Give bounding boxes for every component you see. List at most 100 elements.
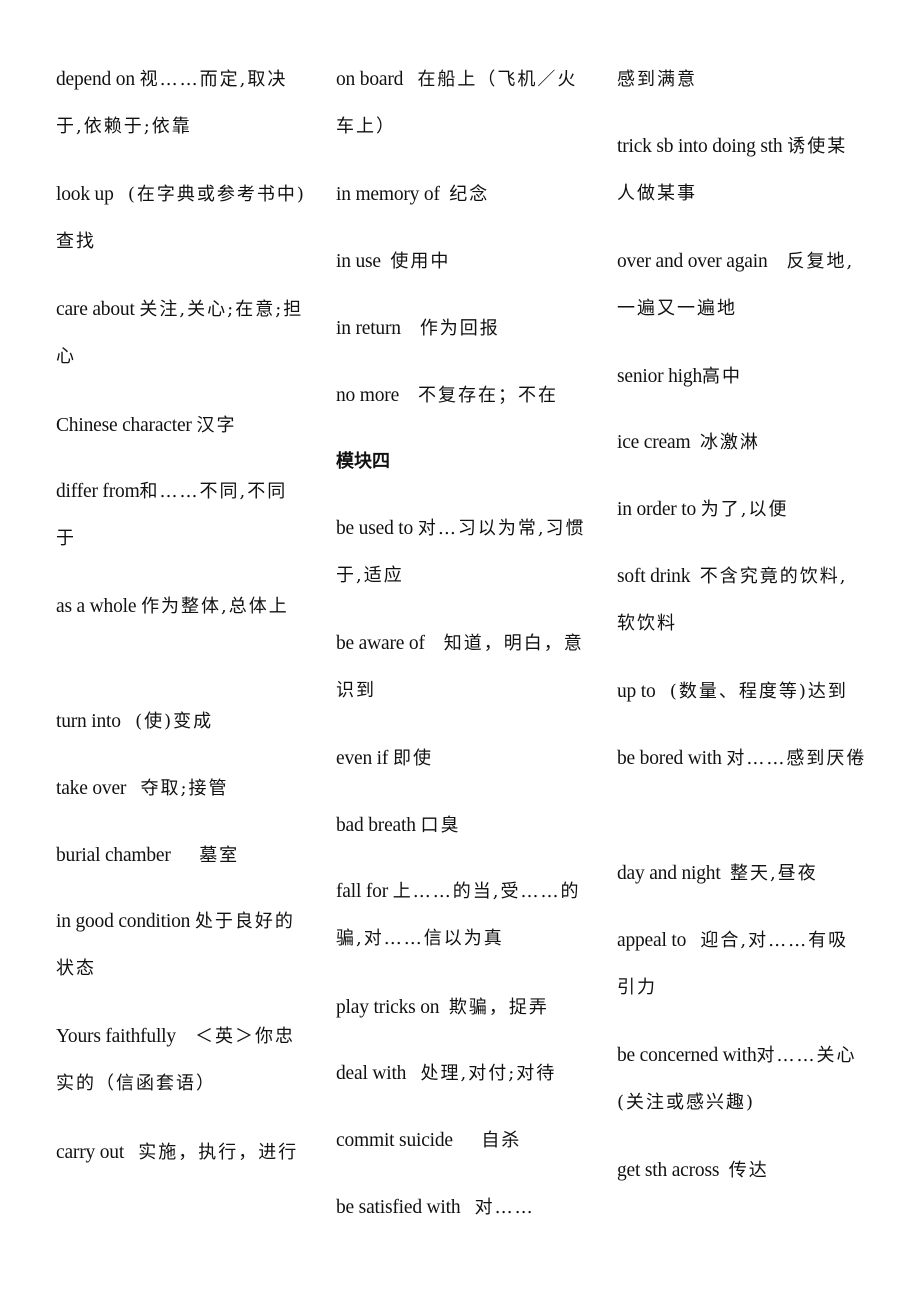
phrase: no more bbox=[336, 385, 400, 406]
phrase: get sth across bbox=[617, 1160, 720, 1181]
meaning: 纪念 bbox=[449, 184, 490, 205]
vocab-entry: even if 即使 bbox=[336, 735, 586, 782]
vocab-entry: be satisfied with 对…… bbox=[336, 1184, 586, 1231]
phrase: ice cream bbox=[617, 432, 691, 453]
phrase: soft drink bbox=[617, 566, 691, 587]
meaning: 对……感到厌倦 bbox=[726, 748, 867, 769]
vocab-entry: ice cream 冰激淋 bbox=[617, 419, 867, 466]
meaning: 对…… bbox=[474, 1197, 535, 1218]
vocab-entry: up to (数量、程度等)达到 bbox=[617, 668, 867, 715]
meaning: 处理,对付;对待 bbox=[420, 1063, 557, 1084]
meaning: 实施，执行，进行 bbox=[138, 1142, 299, 1163]
vocab-entry: burial chamber 墓室 bbox=[56, 832, 306, 879]
phrase: be used to bbox=[336, 518, 414, 539]
vocab-entry: soft drink 不含究竟的饮料,软饮料 bbox=[617, 553, 867, 647]
meaning: 作为回报 bbox=[419, 318, 500, 339]
vocab-entry: no more 不复存在；不在 bbox=[336, 372, 586, 419]
phrase: burial chamber bbox=[56, 845, 171, 866]
vocab-entry: trick sb into doing sth 诱使某人做某事 bbox=[617, 123, 867, 217]
meaning: 高中 bbox=[702, 366, 742, 387]
phrase: in order to bbox=[617, 499, 697, 520]
phrase: turn into bbox=[56, 711, 121, 732]
phrase: play tricks on bbox=[336, 997, 440, 1018]
phrase: differ from bbox=[56, 481, 140, 502]
vocab-entry: turn into (使)变成 bbox=[56, 698, 306, 745]
vocab-entry: be concerned with对……关心(关注或感兴趣) bbox=[617, 1032, 867, 1126]
vocab-entry: look up (在字典或参考书中)查找 bbox=[56, 171, 306, 265]
phrase: carry out bbox=[56, 1142, 125, 1163]
phrase: be bored with bbox=[617, 748, 722, 769]
vocab-entry: be bored with 对……感到厌倦 bbox=[617, 735, 867, 782]
vocab-entry: deal with 处理,对付;对待 bbox=[336, 1050, 586, 1097]
phrase: be concerned with bbox=[617, 1045, 757, 1066]
vocab-entry: bad breath 口臭 bbox=[336, 802, 586, 849]
phrase: senior high bbox=[617, 366, 702, 387]
vocab-entry: be used to 对…习以为常,习惯于,适应 bbox=[336, 505, 586, 599]
vocab-entry: senior high高中 bbox=[617, 353, 867, 400]
phrase: appeal to bbox=[617, 930, 687, 951]
meaning: 为了,以便 bbox=[700, 499, 789, 520]
phrase: in good condition bbox=[56, 911, 191, 932]
meaning: 口臭 bbox=[420, 815, 461, 836]
meaning: 作为整体,总体上 bbox=[141, 596, 289, 617]
vocab-entry: appeal to 迎合,对……有吸引力 bbox=[617, 917, 867, 1011]
phrase: bad breath bbox=[336, 815, 416, 836]
vocab-entry: fall for 上……的当,受……的骗,对……信以为真 bbox=[336, 868, 586, 962]
vocab-entry: Chinese character 汉字 bbox=[56, 402, 306, 449]
vocab-entry: differ from和……不同,不同于 bbox=[56, 468, 306, 562]
phrase: take over bbox=[56, 778, 127, 799]
meaning: 不复存在；不在 bbox=[418, 385, 559, 406]
vocab-entry: play tricks on 欺骗，捉弄 bbox=[336, 984, 586, 1031]
section-heading: 模块四 bbox=[336, 451, 390, 472]
meaning: 汉字 bbox=[196, 415, 237, 436]
phrase: as a whole bbox=[56, 596, 137, 617]
phrase: in memory of bbox=[336, 184, 440, 205]
phrase: trick sb into doing sth bbox=[617, 136, 783, 157]
phrase: on board bbox=[336, 69, 404, 90]
meaning: (使)变成 bbox=[135, 711, 214, 732]
vocab-entry: in memory of 纪念 bbox=[336, 171, 586, 218]
phrase: in use bbox=[336, 251, 381, 272]
phrase: fall for bbox=[336, 881, 388, 902]
vocab-entry: take over 夺取;接管 bbox=[56, 765, 306, 812]
phrase: in return bbox=[336, 318, 401, 339]
phrase: be aware of bbox=[336, 633, 425, 654]
vocab-entry: over and over again 反复地,一遍又一遍地 bbox=[617, 238, 867, 332]
phrase: depend on bbox=[56, 69, 135, 90]
phrase: commit suicide bbox=[336, 1130, 453, 1151]
meaning: 使用中 bbox=[390, 251, 451, 272]
vocab-entry: carry out 实施，执行，进行 bbox=[56, 1129, 306, 1176]
vocab-entry: day and night 整天,昼夜 bbox=[617, 850, 867, 897]
meaning: 传达 bbox=[728, 1160, 769, 1181]
vocab-entry: depend on 视……而定,取决于,依赖于;依靠 bbox=[56, 56, 306, 150]
meaning: 冰激淋 bbox=[699, 432, 760, 453]
vocab-entry: commit suicide 自杀 bbox=[336, 1117, 586, 1164]
vocab-entry: in order to 为了,以便 bbox=[617, 486, 867, 533]
vocab-entry: as a whole 作为整体,总体上 bbox=[56, 583, 306, 630]
phrase: deal with bbox=[336, 1063, 407, 1084]
continued-meaning: 感到满意 bbox=[617, 56, 867, 103]
phrase: Chinese character bbox=[56, 415, 192, 436]
vocab-entry: in return 作为回报 bbox=[336, 305, 586, 352]
meaning: 墓室 bbox=[199, 845, 240, 866]
meaning: 整天,昼夜 bbox=[730, 863, 818, 884]
vocab-entry: Yours faithfully ＜英＞你忠实的（信函套语） bbox=[56, 1013, 306, 1107]
vocab-entry: in use 使用中 bbox=[336, 238, 586, 285]
phrase: day and night bbox=[617, 863, 721, 884]
meaning: 欺骗，捉弄 bbox=[448, 997, 549, 1018]
phrase: over and over again bbox=[617, 251, 768, 272]
meaning: 夺取;接管 bbox=[140, 778, 229, 799]
phrase: up to bbox=[617, 681, 656, 702]
phrase: even if bbox=[336, 748, 389, 769]
vocab-entry: be aware of 知道，明白，意识到 bbox=[336, 620, 586, 714]
vocab-entry: get sth across 传达 bbox=[617, 1147, 867, 1194]
meaning: 感到满意 bbox=[617, 69, 697, 90]
vocab-entry: care about 关注,关心;在意;担心 bbox=[56, 286, 306, 380]
meaning: 即使 bbox=[392, 748, 433, 769]
phrase: look up bbox=[56, 184, 114, 205]
vocab-entry: in good condition 处于良好的状态 bbox=[56, 898, 306, 992]
meaning: (数量、程度等)达到 bbox=[669, 681, 848, 702]
phrase: be satisfied with bbox=[336, 1197, 461, 1218]
vocab-entry: on board 在船上（飞机／火车上） bbox=[336, 56, 586, 150]
phrase: Yours faithfully bbox=[56, 1026, 176, 1047]
